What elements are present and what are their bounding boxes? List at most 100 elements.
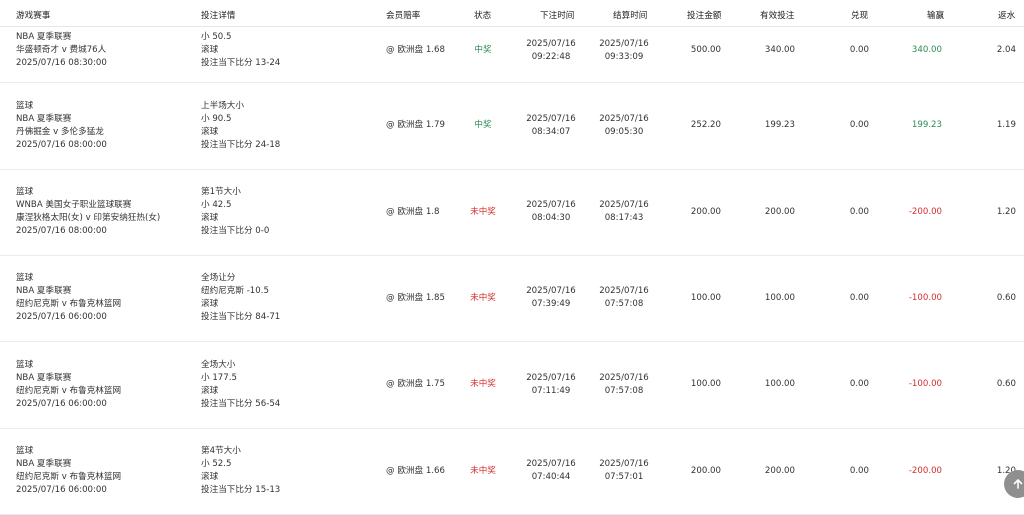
game-line: 2025/07/16 08:30:00 [16, 58, 107, 68]
valid-bet: 200.00 [764, 465, 795, 476]
detail-line: 小 177.5 [201, 372, 237, 383]
bet-amount: 200.00 [690, 206, 721, 217]
rebate-value: 0.60 [996, 379, 1016, 389]
header-details: 投注详情 [201, 11, 236, 21]
cashout-value: 0.00 [849, 120, 869, 130]
game-line: NBA 夏季联赛 [16, 32, 72, 42]
bet-details: 上半场大小小 90.5 滚球 投注当下比分 24-18 [201, 100, 280, 152]
header-amount: 投注金额 [687, 11, 722, 21]
detail-line: 投注当下比分 84-71 [201, 312, 281, 322]
settle-time: 2025/07/16 07:57:08 [589, 285, 659, 311]
game-line: 篮球 [16, 446, 34, 456]
settle-time-line: 2025/07/16 [599, 372, 649, 383]
status-label: 未中奖 [470, 379, 496, 389]
game-info: 篮球 WNBA 美国女子职业篮球联赛 康涅狄格太阳(女) v 印第安纳狂热(女) 20… [16, 186, 160, 238]
header-valid: 有效投注 [760, 11, 795, 21]
header-odds: 会员赔率 [386, 11, 421, 21]
header-cashout: 兑现 [851, 11, 869, 21]
header-status: 状态 [474, 11, 492, 21]
game-line: 2025/07/16 08:00:00 [16, 139, 107, 150]
bet-time-line: 2025/07/16 [526, 113, 576, 124]
header-winloss: 输赢 [927, 11, 945, 21]
detail-line: 第4节大小 [201, 446, 241, 456]
detail-line: 滚球 [201, 213, 219, 223]
bet-time: 2025/07/16 07:11:49 [516, 372, 586, 398]
header-game: 游戏赛事 [16, 11, 51, 21]
bet-details: 第1节大小小 42.5 滚球投注当下比分 0-0 [201, 186, 269, 238]
game-line: NBA 夏季联赛 [16, 286, 72, 296]
status-label: 未中奖 [470, 292, 496, 303]
table-row: 篮球 NBA 夏季联赛 纽约尼克斯 v 布鲁克林篮网 2025/07/16 06:00… [0, 341, 1024, 429]
status-label: 中奖 [474, 120, 492, 130]
detail-line: 滚球 [201, 472, 219, 482]
bet-time-line: 2025/07/16 [526, 38, 576, 49]
cashout-value: 0.00 [849, 292, 869, 303]
game-line: 纽约尼克斯 v 布鲁克林篮网 [16, 299, 122, 309]
bet-time-line: 07:39:49 [531, 299, 571, 309]
game-line: 2025/07/16 06:00:00 [16, 312, 107, 322]
header-bet-time: 下注时间 [540, 11, 575, 21]
win-loss: 340.00 [911, 45, 942, 55]
detail-line: 小 90.5 [201, 113, 232, 124]
bet-amount: 100.00 [690, 379, 721, 389]
rebate-value: 2.04 [996, 45, 1016, 55]
win-loss: -100.00 [908, 379, 942, 389]
game-line: 篮球 [16, 100, 34, 111]
win-loss: -200.00 [908, 206, 942, 217]
member-odds: @ 欧洲盘 1.66 [386, 465, 445, 476]
bet-time-line: 09:22:48 [531, 51, 571, 62]
status-label: 未中奖 [470, 206, 496, 217]
bet-time: 2025/07/16 08:04:30 [516, 199, 586, 225]
detail-line: 滚球 [201, 45, 219, 55]
settle-time: 2025/07/16 09:05:30 [589, 113, 659, 139]
settle-time-line: 09:05:30 [604, 126, 644, 137]
game-line: 2025/07/16 08:00:00 [16, 226, 107, 236]
rebate-value: 0.60 [996, 292, 1016, 303]
detail-line: 小 42.5 [201, 200, 232, 210]
header-settle-time: 结算时间 [613, 11, 648, 21]
settle-time-line: 2025/07/16 [599, 200, 649, 210]
settle-time-line: 2025/07/16 [599, 459, 649, 469]
member-odds: @ 欧洲盘 1.8 [386, 206, 440, 217]
settle-time-line: 07:57:01 [604, 472, 644, 482]
bet-time-line: 08:34:07 [531, 126, 571, 137]
cashout-value: 0.00 [849, 206, 869, 217]
settle-time-line: 2025/07/16 [599, 113, 649, 124]
game-info: 篮球 NBA 夏季联赛纽约尼克斯 v 布鲁克林篮网 2025/07/16 06:00… [16, 272, 121, 324]
scroll-to-top-button[interactable] [1004, 470, 1024, 498]
table-row: NBA 夏季联赛华盛顿奇才 v 费城76人 2025/07/16 08:30:00… [0, 19, 1024, 83]
detail-line: 投注当下比分 0-0 [201, 226, 270, 236]
game-line: NBA 夏季联赛 [16, 459, 72, 469]
valid-bet: 340.00 [764, 45, 795, 55]
bet-time-line: 08:04:30 [531, 213, 571, 223]
valid-bet: 200.00 [764, 206, 795, 217]
header-rebate: 返水 [998, 11, 1016, 21]
bet-time: 2025/07/16 08:34:07 [516, 113, 586, 139]
win-loss: -200.00 [908, 465, 942, 476]
settle-time-line: 07:57:08 [604, 385, 644, 396]
game-line: 纽约尼克斯 v 布鲁克林篮网 [16, 385, 122, 396]
game-line: WNBA 美国女子职业篮球联赛 [16, 200, 132, 210]
member-odds: @ 欧洲盘 1.85 [386, 292, 445, 303]
bet-amount: 100.00 [690, 292, 721, 303]
game-line: NBA 夏季联赛 [16, 113, 72, 124]
table-row: 篮球 NBA 夏季联赛 丹佛掘金 v 多伦多猛龙 2025/07/16 08:00:0… [0, 82, 1024, 170]
rebate-value: 1.20 [996, 206, 1016, 217]
settle-time-line: 2025/07/16 [599, 286, 649, 296]
settle-time: 2025/07/16 09:33:09 [589, 38, 659, 64]
cashout-value: 0.00 [849, 379, 869, 389]
settle-time-line: 2025/07/16 [599, 38, 649, 49]
bet-amount: 252.20 [690, 120, 721, 130]
bet-details: 全场大小小 177.5 滚球 投注当下比分 56-54 [201, 359, 280, 411]
detail-line: 第1节大小 [201, 187, 241, 197]
bet-time: 2025/07/16 09:22:48 [516, 38, 586, 64]
game-line: 篮球 [16, 273, 34, 283]
detail-line: 小 50.5 [201, 32, 232, 42]
game-line: 华盛顿奇才 v 费城76人 [16, 45, 107, 55]
detail-line: 全场大小 [201, 359, 236, 370]
bet-details: 小 50.5 滚球 投注当下比分 13-24 [201, 31, 280, 70]
bet-time-line: 07:11:49 [531, 385, 571, 396]
detail-line: 纽约尼克斯 -10.5 [201, 286, 269, 296]
member-odds: @ 欧洲盘 1.75 [386, 379, 445, 389]
game-line: 篮球 [16, 187, 34, 197]
